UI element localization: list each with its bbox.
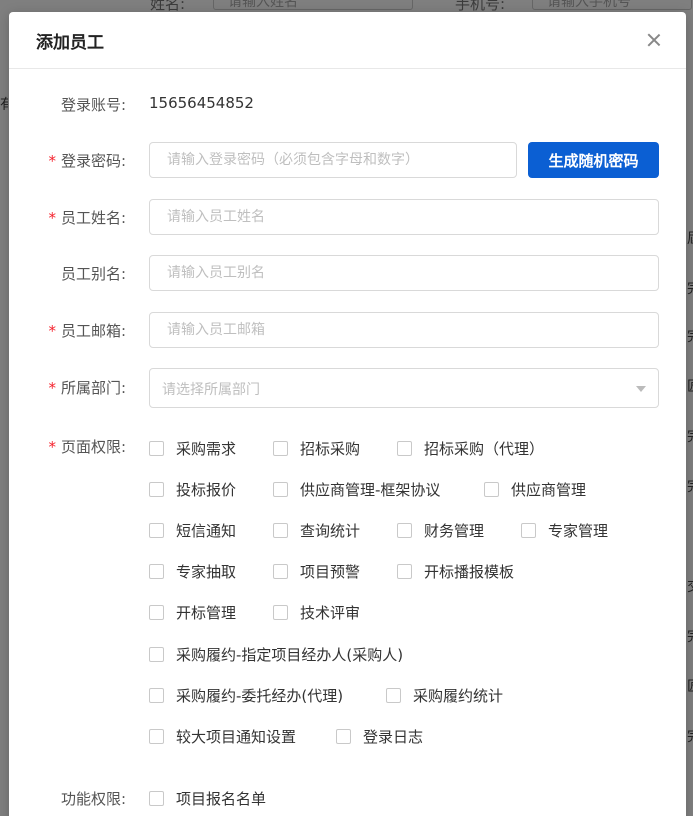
- checkbox-box[interactable]: [273, 482, 288, 497]
- department-label: * 所属部门:: [48, 379, 126, 397]
- checkbox-box[interactable]: [149, 688, 164, 703]
- name-input[interactable]: [149, 199, 659, 235]
- required-mark: *: [48, 438, 56, 456]
- perm-checkbox[interactable]: 财务管理: [397, 520, 484, 541]
- perm-checkbox[interactable]: 供应商管理-框架协议: [273, 479, 440, 500]
- func-checkbox[interactable]: 项目报名名单: [149, 788, 266, 809]
- department-select-placeholder: 请选择所属部门: [162, 382, 260, 398]
- perm-checkbox[interactable]: 技术评审: [273, 602, 360, 623]
- alias-input[interactable]: [149, 255, 659, 291]
- close-icon[interactable]: [646, 32, 662, 48]
- checkbox-box[interactable]: [149, 647, 164, 662]
- checkbox-box[interactable]: [273, 564, 288, 579]
- perm-checkbox[interactable]: 专家抽取: [149, 561, 236, 582]
- required-mark: *: [48, 322, 56, 340]
- account-label: 登录账号:: [60, 96, 126, 114]
- password-input[interactable]: [149, 142, 517, 178]
- checkbox-box[interactable]: [397, 523, 412, 538]
- checkbox-box[interactable]: [521, 523, 536, 538]
- email-input[interactable]: [149, 312, 659, 348]
- checkbox-box[interactable]: [397, 564, 412, 579]
- perm-checkbox[interactable]: 采购履约统计: [386, 685, 503, 706]
- checkbox-box[interactable]: [149, 523, 164, 538]
- required-mark: *: [48, 209, 56, 227]
- perm-checkbox[interactable]: 招标采购（代理）: [397, 438, 544, 459]
- checkbox-box[interactable]: [397, 441, 412, 456]
- password-label: * 登录密码:: [48, 152, 126, 170]
- perm-checkbox[interactable]: 短信通知: [149, 520, 236, 541]
- checkbox-box[interactable]: [149, 441, 164, 456]
- perm-checkbox[interactable]: 查询统计: [273, 520, 360, 541]
- alias-label: 员工别名:: [60, 265, 126, 283]
- checkbox-box[interactable]: [273, 523, 288, 538]
- perm-checkbox[interactable]: 开标播报模板: [397, 561, 514, 582]
- perm-checkbox[interactable]: 采购需求: [149, 438, 236, 459]
- department-select[interactable]: 请选择所属部门: [149, 368, 659, 408]
- page-permission-label: * 页面权限:: [48, 438, 126, 456]
- required-mark: *: [48, 379, 56, 397]
- perm-checkbox[interactable]: 专家管理: [521, 520, 608, 541]
- perm-checkbox[interactable]: 招标采购: [273, 438, 360, 459]
- perm-checkbox[interactable]: 投标报价: [149, 479, 236, 500]
- checkbox-box[interactable]: [273, 605, 288, 620]
- perm-checkbox[interactable]: 采购履约-指定项目经办人(采购人): [149, 644, 403, 665]
- account-value: 15656454852: [149, 94, 254, 112]
- name-label: * 员工姓名:: [48, 209, 126, 227]
- caret-down-icon: [636, 386, 646, 392]
- perm-checkbox[interactable]: 项目预警: [273, 561, 360, 582]
- perm-checkbox[interactable]: 开标管理: [149, 602, 236, 623]
- checkbox-box[interactable]: [336, 729, 351, 744]
- generate-password-button[interactable]: 生成随机密码: [528, 142, 659, 178]
- perm-checkbox[interactable]: 供应商管理: [484, 479, 586, 500]
- add-employee-dialog: 添加员工 登录账号: 15656454852 *登录密码: 生成随机密码 *员工…: [9, 12, 686, 816]
- checkbox-box[interactable]: [149, 729, 164, 744]
- required-mark: *: [48, 152, 56, 170]
- perm-checkbox[interactable]: 采购履约-委托经办(代理): [149, 685, 343, 706]
- dialog-header: 添加员工: [9, 12, 686, 69]
- perm-checkbox[interactable]: 登录日志: [336, 726, 423, 747]
- checkbox-box[interactable]: [149, 791, 164, 806]
- dialog-title: 添加员工: [36, 33, 104, 53]
- email-label: * 员工邮箱:: [48, 322, 126, 340]
- checkbox-box[interactable]: [273, 441, 288, 456]
- checkbox-box[interactable]: [149, 482, 164, 497]
- checkbox-box[interactable]: [484, 482, 499, 497]
- function-permission-label: 功能权限:: [60, 790, 126, 808]
- perm-checkbox[interactable]: 较大项目通知设置: [149, 726, 296, 747]
- checkbox-box[interactable]: [149, 564, 164, 579]
- checkbox-box[interactable]: [386, 688, 401, 703]
- checkbox-box[interactable]: [149, 605, 164, 620]
